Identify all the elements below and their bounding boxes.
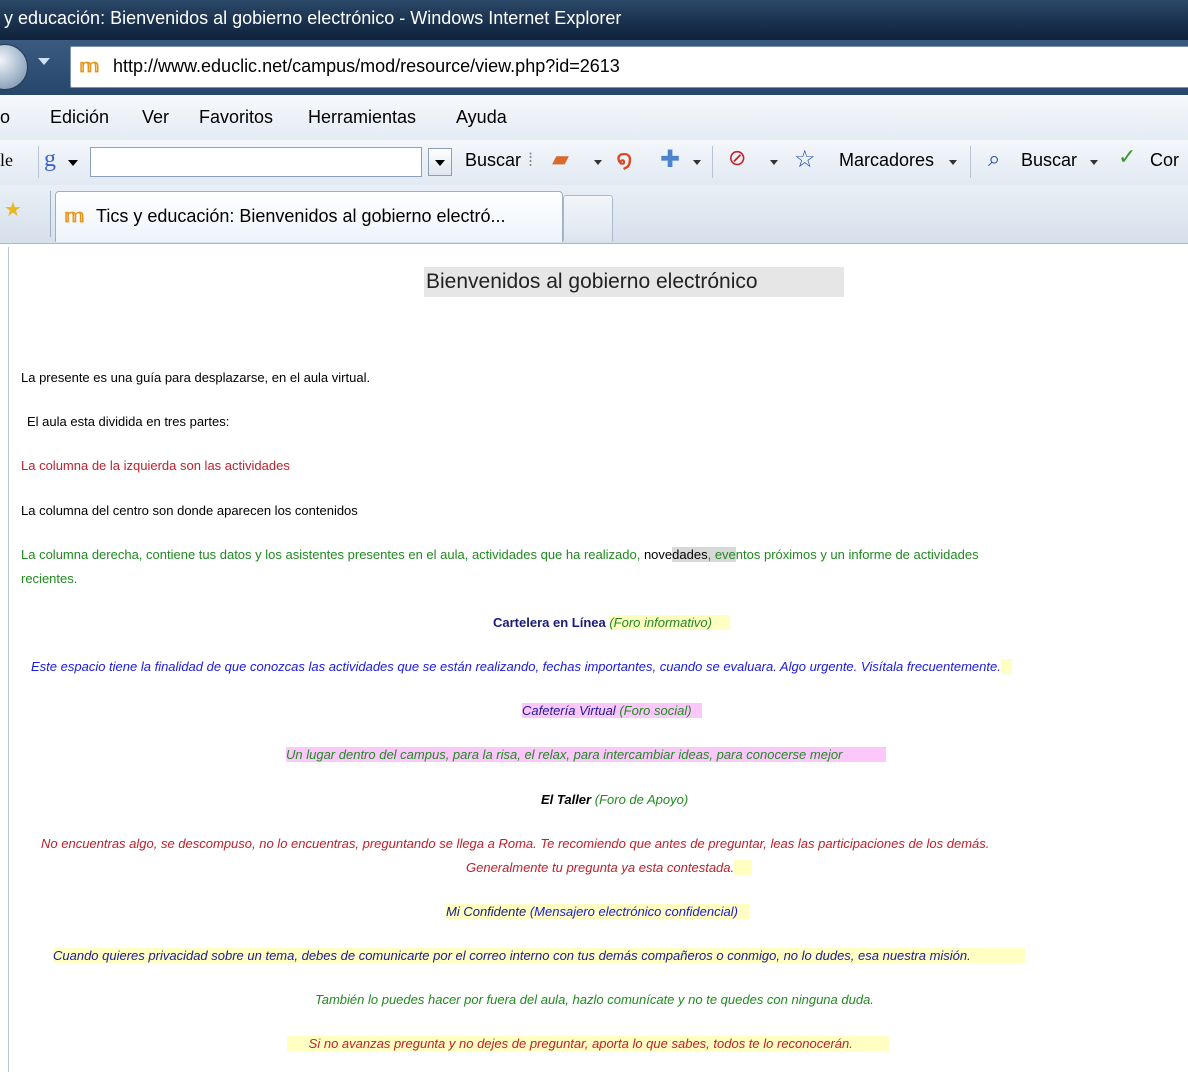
outside-class-text: También lo puedes hacer por fuera del au…	[315, 992, 874, 1007]
history-dropdown-icon[interactable]	[38, 58, 50, 65]
spiral-icon[interactable]: ໑	[616, 144, 633, 175]
toolbar-divider	[970, 146, 971, 178]
chevron-down-icon[interactable]	[693, 160, 701, 165]
intro-text: La presente es una guía para desplazarse…	[21, 370, 371, 385]
google-logo-fragment: le	[0, 150, 13, 170]
popup-blocker-icon[interactable]: ⊘	[728, 145, 746, 171]
window-title-bar: y educación: Bienvenidos al gobierno ele…	[0, 0, 1188, 40]
page-title: Bienvenidos al gobierno electrónico	[426, 270, 758, 293]
section-desc: Un lugar dentro del campus, para la risa…	[286, 747, 886, 762]
tab-label: Tics y educación: Bienvenidos al gobiern…	[96, 206, 506, 226]
menu-favoritos[interactable]: Favoritos	[199, 107, 273, 128]
moodle-m-icon: 𝕞	[64, 206, 85, 226]
menu-herramientas[interactable]: Herramientas	[308, 107, 416, 128]
section-name: Cartelera en Línea	[493, 615, 606, 630]
plus-cross-icon[interactable]: ✚	[660, 145, 680, 174]
find-button[interactable]: Buscar	[1021, 150, 1077, 171]
section-desc-confidente: Cuando quieres privacidad sobre un tema,…	[53, 948, 1025, 963]
new-tab-button[interactable]	[563, 195, 613, 241]
section-desc: Este espacio tiene la finalidad de que c…	[31, 659, 1001, 674]
spellcheck-button[interactable]: Cor	[1150, 150, 1179, 171]
divided-text: El aula esta dividida en tres partes:	[27, 414, 230, 429]
section-type: (Foro de Apoyo)	[594, 792, 689, 807]
pagerank-icon[interactable]: ▰	[552, 146, 569, 172]
magnifier-icon[interactable]: ⌕	[988, 146, 1000, 172]
url-input[interactable]: http://www.educlic.net/campus/mod/resour…	[113, 56, 620, 77]
toolbar-separator-icon: ⁞	[528, 150, 534, 170]
tab-bar: ★ 𝕞 Tics y educación: Bienvenidos al gob…	[0, 185, 1188, 244]
moodle-m-icon: 𝕞	[79, 56, 100, 76]
section-name: El Taller	[541, 792, 592, 807]
tab-divider	[50, 191, 51, 237]
page-content: Bienvenidos al gobierno electrónico La p…	[8, 247, 1188, 1072]
right-column-highlight: dades	[672, 547, 708, 562]
spellcheck-icon[interactable]: ✓	[1118, 144, 1136, 170]
section-name: Cafetería Virtual	[522, 703, 616, 718]
right-column-text: La columna derecha, contiene tus datos y…	[21, 547, 979, 562]
section-desc-taller: No encuentras algo, se descompuso, no lo…	[41, 836, 990, 851]
search-history-dropdown[interactable]	[428, 148, 452, 176]
section-heading-cartelera: Cartelera en Línea (Foro informativo)	[493, 615, 730, 630]
bookmarks-button[interactable]: Marcadores	[839, 150, 934, 171]
favorites-star-icon[interactable]: ★	[4, 197, 22, 221]
chevron-down-icon[interactable]	[1090, 160, 1098, 165]
star-icon[interactable]: ☆	[794, 145, 816, 174]
right-column-part: ntos próximos y un informe de actividade…	[735, 547, 979, 562]
menu-edicion[interactable]: Edición	[50, 107, 109, 128]
section-desc-cartelera: Este espacio tiene la finalidad de que c…	[31, 659, 1012, 674]
back-button[interactable]	[0, 44, 28, 90]
left-column-text: La columna de la izquierda son las activ…	[21, 458, 290, 473]
toolbar-divider	[712, 146, 713, 178]
menu-bar: o Edición Ver Favoritos Herramientas Ayu…	[0, 95, 1188, 141]
section-heading-taller: El Taller (Foro de Apoyo)	[541, 792, 688, 807]
section-desc-taller-line2: Generalmente tu pregunta ya esta contest…	[466, 860, 753, 875]
chevron-down-icon[interactable]	[594, 160, 602, 165]
window-title: y educación: Bienvenidos al gobierno ele…	[4, 8, 622, 28]
right-column-text-line2: recientes.	[21, 571, 78, 586]
section-type: (Foro social)	[619, 703, 692, 718]
page-title-box: Bienvenidos al gobierno electrónico	[424, 267, 844, 297]
right-column-part: nove	[643, 547, 673, 562]
section-name: Mi Confidente	[446, 904, 527, 919]
tab-active[interactable]: 𝕞 Tics y educación: Bienvenidos al gobie…	[55, 191, 563, 242]
menu-ver[interactable]: Ver	[142, 107, 169, 128]
chevron-down-icon[interactable]	[68, 160, 78, 166]
right-column-part: ,	[707, 547, 715, 562]
google-search-input[interactable]	[90, 147, 422, 177]
google-toolbar: le g Buscar ⁞ ▰ ໑ ✚ ⊘ ☆ Marcadores ⌕ Bus…	[0, 140, 1188, 186]
section-desc-cafeteria: Un lugar dentro del campus, para la risa…	[286, 747, 886, 762]
right-column-highlight: eve	[714, 547, 736, 562]
google-g-icon[interactable]: g	[44, 146, 56, 173]
navigation-bar: 𝕞 http://www.educlic.net/campus/mod/reso…	[0, 40, 1188, 95]
closing-text-value: Si no avanzas pregunta y no dejes de pre…	[308, 1036, 853, 1051]
section-type: (Foro informativo)	[609, 615, 712, 630]
chevron-down-icon[interactable]	[770, 160, 778, 165]
section-desc: Cuando quieres privacidad sobre un tema,…	[53, 948, 1025, 963]
section-desc: Generalmente tu pregunta ya esta contest…	[466, 860, 735, 875]
section-heading-confidente: Mi Confidente (Mensajero electrónico con…	[446, 904, 749, 919]
google-search-button[interactable]: Buscar	[465, 150, 521, 171]
section-type: (Mensajero electrónico confidencial)	[529, 904, 738, 919]
chevron-down-icon[interactable]	[949, 160, 957, 165]
section-heading-cafeteria: Cafetería Virtual (Foro social)	[522, 703, 703, 718]
address-bar[interactable]: 𝕞 http://www.educlic.net/campus/mod/reso…	[70, 46, 1188, 88]
right-column-part: La columna derecha, contiene tus datos y…	[21, 547, 644, 562]
menu-archivo[interactable]: o	[0, 107, 10, 128]
toolbar-divider	[38, 146, 39, 178]
center-column-text: La columna del centro son donde aparecen…	[21, 503, 358, 518]
menu-ayuda[interactable]: Ayuda	[456, 107, 507, 128]
closing-text: Si no avanzas pregunta y no dejes de pre…	[287, 1036, 890, 1051]
